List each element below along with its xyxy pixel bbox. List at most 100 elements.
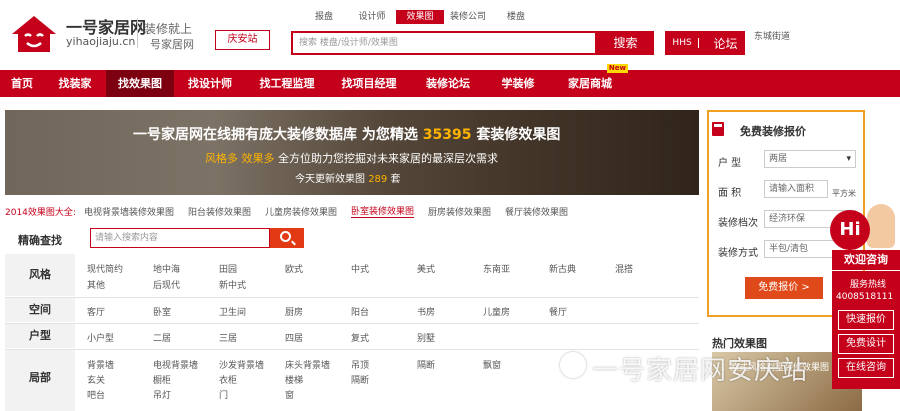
nav-item-home[interactable]: 首页 (0, 70, 44, 97)
filter-option[interactable]: 隔断 (351, 373, 369, 386)
filter-option[interactable]: 衣柜 (219, 373, 237, 386)
quick-link-active[interactable]: 卧室装修效果图 (350, 204, 414, 218)
filter-option[interactable]: 床头背景墙 (285, 358, 330, 371)
consult-hi-badge[interactable]: Hi (830, 210, 870, 250)
nav-item-find-decor[interactable]: 找装家 (44, 70, 106, 97)
search-icon (280, 231, 291, 242)
filter-option[interactable]: 东南亚 (483, 262, 510, 275)
filter-option[interactable]: 复式 (351, 331, 369, 344)
filter-option[interactable]: 橱柜 (153, 373, 171, 386)
filter-option[interactable]: 沙发背景墙 (219, 358, 264, 371)
hot-renderings-title: 热门效果图 (712, 337, 767, 350)
consult-bar[interactable]: 欢迎咨询 (832, 250, 900, 270)
filter-option[interactable]: 吊灯 (153, 388, 171, 401)
city-switch-button[interactable]: 庆安站 (215, 30, 270, 50)
banner-subline-text: 全方位助力您挖掘对未来家居的最深层次需求 (278, 152, 498, 165)
logo-domain: yihaojiaju.cn (66, 35, 136, 48)
filter-option[interactable]: 吊顶 (351, 358, 369, 371)
filter-option[interactable]: 门 (219, 388, 228, 401)
banner: 一号家居网在线拥有庞大装修数据库 为您精选 35395 套装修效果图 风格多 效… (5, 110, 699, 195)
search-button[interactable]: 搜索 (597, 31, 654, 55)
filter-option[interactable]: 混搭 (615, 262, 633, 275)
filter-option[interactable]: 玄关 (87, 373, 105, 386)
search-tab[interactable]: 设计师 (348, 10, 396, 24)
nav-item-find-renderings[interactable]: 找效果图 (106, 70, 174, 97)
free-design-button[interactable]: 免费设计 (838, 334, 894, 354)
quick-quote-button[interactable]: 快速报价 (838, 310, 894, 330)
nav-item-find-pm[interactable]: 找项目经理 (328, 70, 410, 97)
filter-option[interactable]: 飘窗 (483, 358, 501, 371)
row-divider (5, 323, 699, 324)
search-tab-active[interactable]: 效果图 (396, 10, 444, 24)
filter-option[interactable]: 卧室 (153, 305, 171, 318)
filter-option[interactable]: 地中海 (153, 262, 180, 275)
main-nav: 首页 找装家 找效果图 找设计师 找工程监理 找项目经理 装修论坛 学装修 家居… (0, 64, 900, 97)
online-consult-button[interactable]: 在线咨询 (838, 358, 894, 378)
banner-update-suffix: 套 (390, 174, 401, 185)
house-logo-icon (12, 16, 56, 52)
search-input[interactable]: 搜索 楼盘/设计师/效果图 (291, 31, 597, 55)
filter-option[interactable]: 其他 (87, 278, 105, 291)
logo-divider (137, 18, 138, 48)
forum-prefix: HHS (672, 38, 699, 48)
banner-update: 今天更新效果图 289 套 (295, 170, 400, 185)
filter-option[interactable]: 田园 (219, 262, 237, 275)
filter-option[interactable]: 窗 (285, 388, 294, 401)
nav-item-find-designer[interactable]: 找设计师 (174, 70, 246, 97)
filter-option[interactable]: 厨房 (285, 305, 303, 318)
filter-row-head-layout: 户型 (5, 324, 75, 348)
free-quote-button[interactable]: 免费报价 > (745, 277, 823, 299)
filter-option[interactable]: 客厅 (87, 305, 105, 318)
filter-search-button[interactable] (270, 228, 304, 248)
forum-button[interactable]: HHS 论坛 (665, 31, 745, 55)
filter-option[interactable]: 吧台 (87, 388, 105, 401)
top-right-link[interactable]: 东城街道 (754, 32, 794, 43)
filter-option[interactable]: 小户型 (87, 331, 114, 344)
filter-label: 精确查找 (18, 234, 62, 247)
filter-option[interactable]: 儿童房 (483, 305, 510, 318)
filter-option[interactable]: 楼梯 (285, 373, 303, 386)
banner-headline-number: 35395 (422, 127, 472, 143)
filter-option[interactable]: 背景墙 (87, 358, 114, 371)
quick-link[interactable]: 厨房装修效果图 (428, 205, 491, 218)
filter-table: 风格 现代简约 地中海 田园 欧式 中式 美式 东南亚 新古典 混搭 其他 后现… (5, 254, 699, 411)
nav-item-mall[interactable]: 家居商城 New (550, 64, 630, 97)
filter-option[interactable]: 电视背景墙 (153, 358, 198, 371)
filter-option[interactable]: 美式 (417, 262, 435, 275)
filter-option[interactable]: 新古典 (549, 262, 576, 275)
quote-field-label: 户 型 (718, 158, 742, 169)
search-tab[interactable]: 楼盘 (492, 10, 540, 24)
filter-option[interactable]: 新中式 (219, 278, 246, 291)
filter-option[interactable]: 欧式 (285, 262, 303, 275)
house-type-select[interactable]: 两居 (764, 150, 856, 168)
filter-option[interactable]: 三居 (219, 331, 237, 344)
nav-item-forum[interactable]: 装修论坛 (410, 70, 486, 97)
filter-option[interactable]: 中式 (351, 262, 369, 275)
hotline-phone: 4008518111 (836, 292, 894, 302)
quick-links-lead: 2014效果图大全: (5, 207, 76, 218)
filter-row-head-style: 风格 (5, 254, 75, 296)
quick-link[interactable]: 电视背景墙装修效果图 (84, 205, 174, 218)
filter-option[interactable]: 后现代 (153, 278, 180, 291)
filter-option[interactable]: 书房 (417, 305, 435, 318)
filter-option[interactable]: 卫生间 (219, 305, 246, 318)
filter-option[interactable]: 四居 (285, 331, 303, 344)
search-tab[interactable]: 报盘 (300, 10, 348, 24)
filter-option[interactable]: 现代简约 (87, 262, 123, 275)
area-input[interactable]: 请输入面积 (764, 180, 828, 198)
quick-link[interactable]: 儿童房装修效果图 (265, 205, 337, 218)
quote-field-label: 面 积 (718, 188, 742, 199)
filter-option[interactable]: 二居 (153, 331, 171, 344)
filter-option[interactable]: 隔断 (417, 358, 435, 371)
filter-option[interactable]: 别墅 (417, 331, 435, 344)
banner-update-number: 289 (368, 174, 388, 185)
filter-option[interactable]: 餐厅 (549, 305, 567, 318)
nav-item-learn[interactable]: 学装修 (486, 70, 550, 97)
nav-item-find-supervisor[interactable]: 找工程监理 (246, 70, 328, 97)
quick-link[interactable]: 餐厅装修效果图 (505, 205, 568, 218)
filter-option[interactable]: 阳台 (351, 305, 369, 318)
quote-field-label: 装修方式 (718, 248, 758, 259)
search-tab[interactable]: 装修公司 (444, 10, 492, 24)
filter-search-input[interactable]: 请输入搜索内容 (90, 228, 270, 248)
quick-link[interactable]: 阳台装修效果图 (188, 205, 251, 218)
